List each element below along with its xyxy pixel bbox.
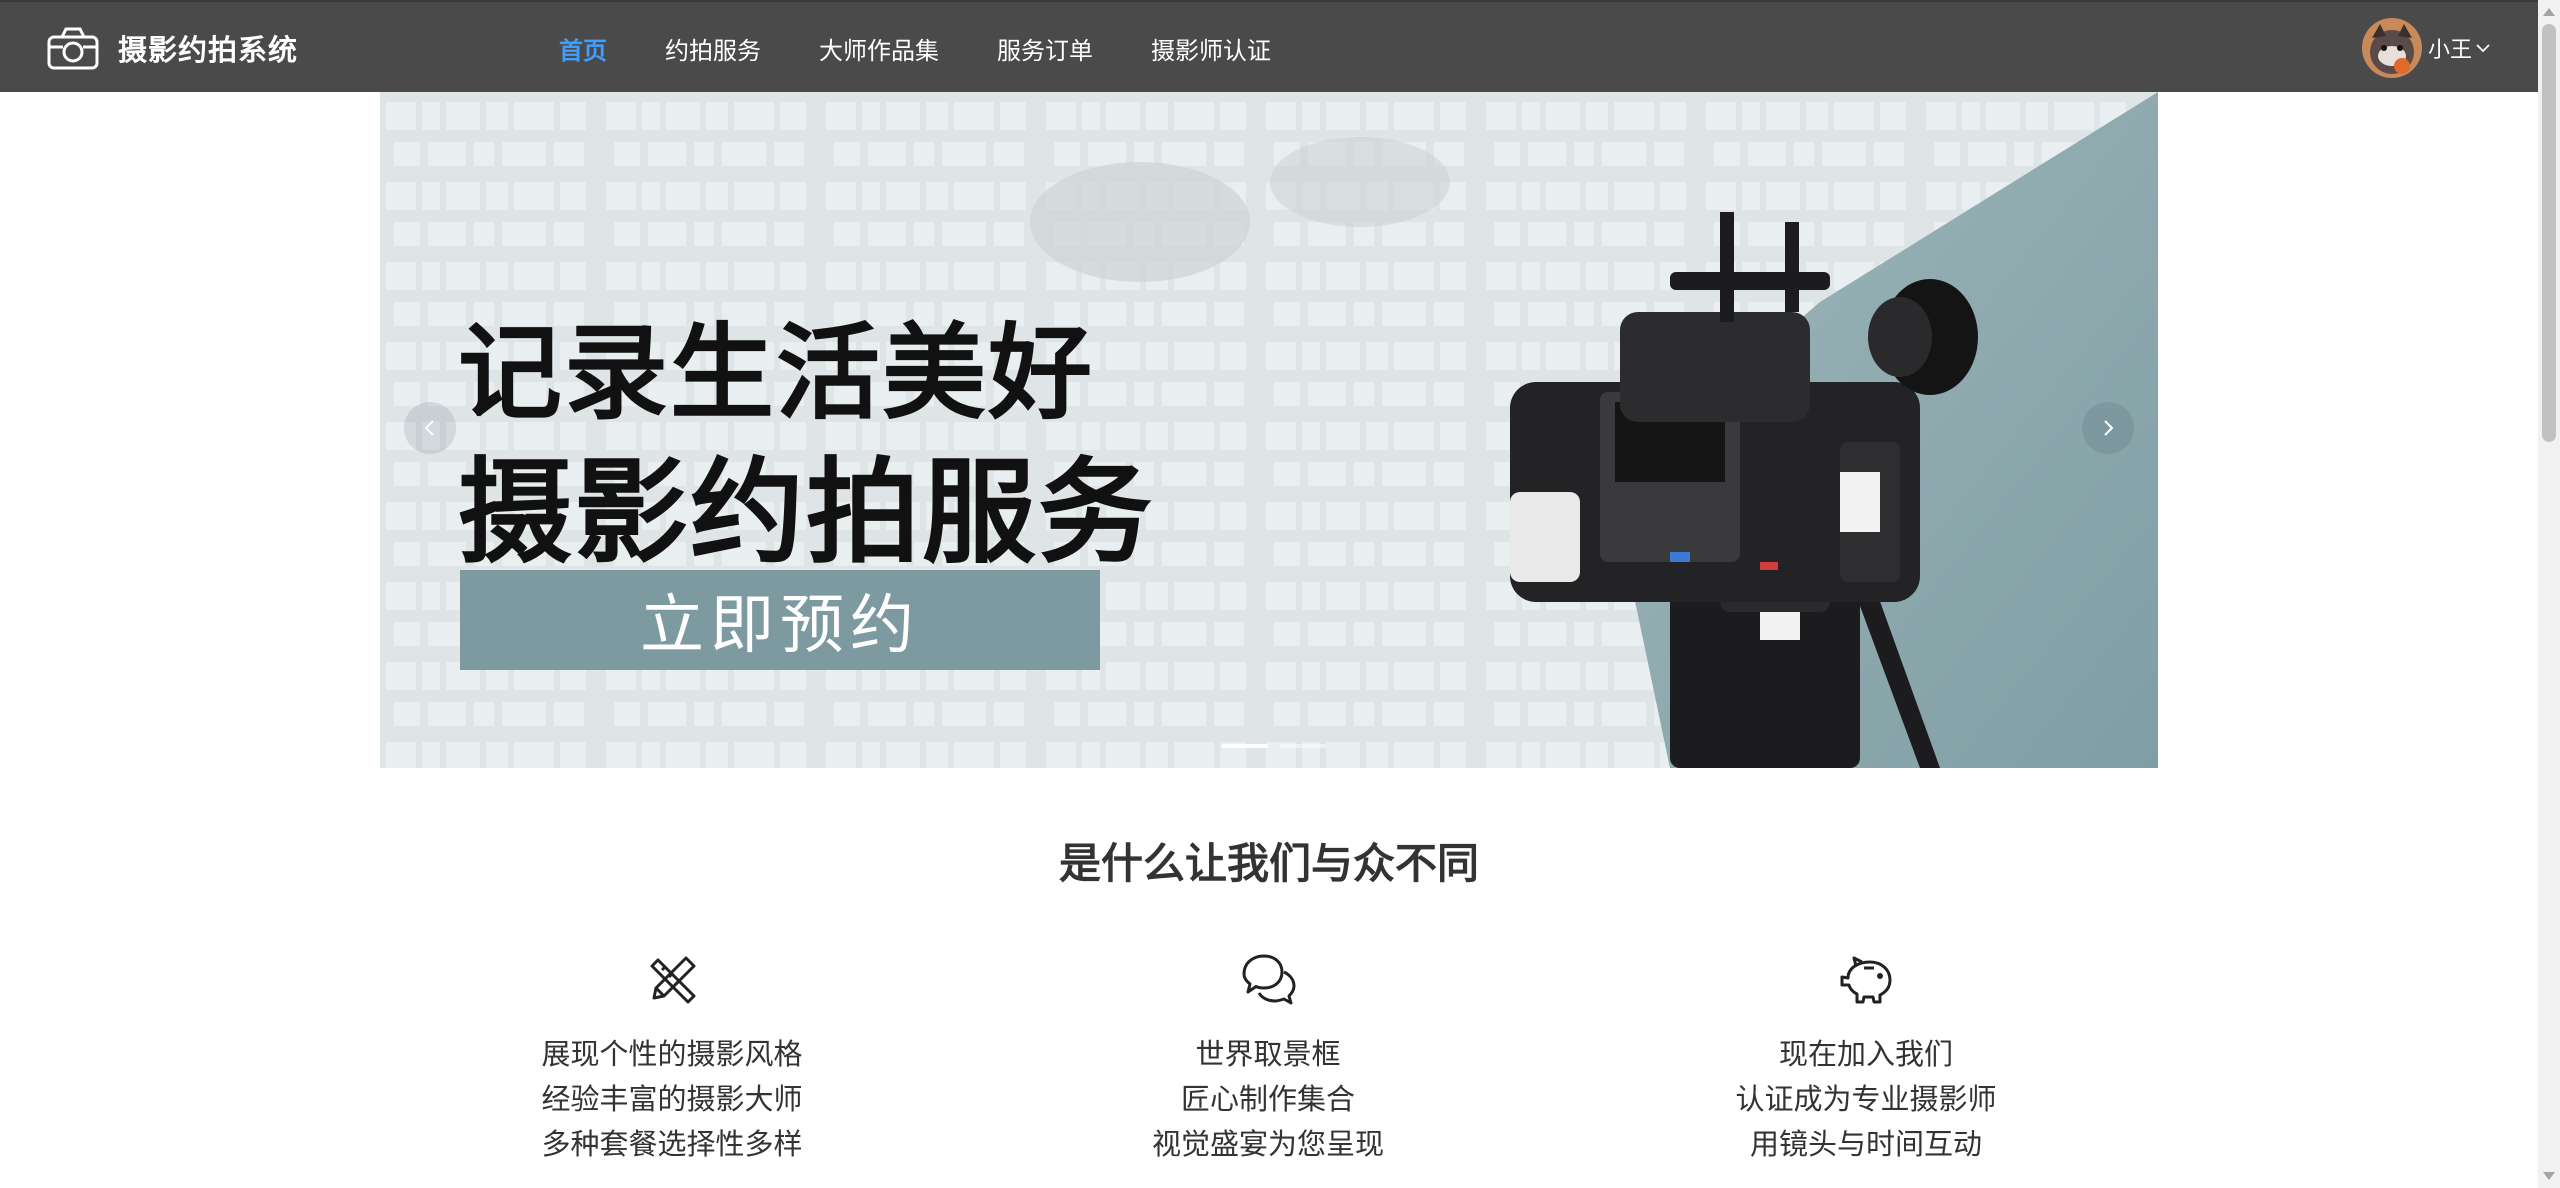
scroll-up-arrow[interactable] xyxy=(2543,8,2555,16)
carousel-indicator-2[interactable] xyxy=(1280,744,1326,748)
banner-headline-2: 摄影约拍服务 xyxy=(458,445,1155,579)
carousel-indicators xyxy=(1216,744,1332,748)
ruler-pencil-icon xyxy=(650,956,696,1004)
chevron-right-icon xyxy=(2104,420,2114,436)
main-nav: 首页 约拍服务 大师作品集 服务订单 摄影师认证 xyxy=(530,2,1300,94)
banner-carousel: 记录生活美好 摄影约拍服务 立即预约 xyxy=(380,92,2158,768)
chevron-down-icon xyxy=(2476,44,2490,53)
avatar xyxy=(2361,18,2422,78)
nav-item-booking-service[interactable]: 约拍服务 xyxy=(665,31,761,66)
brand-title: 摄影约拍系统 xyxy=(118,33,299,67)
feature-line: 展现个性的摄影风格 xyxy=(541,1037,803,1071)
chat-bubbles-icon xyxy=(1242,954,1296,1005)
nav-item-master-gallery[interactable]: 大师作品集 xyxy=(819,31,939,66)
top-navbar: 摄影约拍系统 首页 约拍服务 大师作品集 服务订单 摄影师认证 小王 xyxy=(0,0,2538,92)
feature-column-viewfinder: 世界取景框 匠心制作集合 视觉盛宴为您呈现 xyxy=(968,950,1568,1167)
feature-column-join: 现在加入我们 认证成为专业摄影师 用镜头与时间互动 xyxy=(1566,950,2166,1167)
book-now-button[interactable]: 立即预约 xyxy=(460,570,1100,670)
feature-line: 认证成为专业摄影师 xyxy=(1735,1082,1997,1116)
user-name: 小王 xyxy=(2427,38,2472,63)
scroll-thumb[interactable] xyxy=(2542,24,2556,442)
brand[interactable]: 摄影约拍系统 xyxy=(46,22,298,74)
nav-item-service-orders[interactable]: 服务订单 xyxy=(997,31,1093,66)
banner-headline-1: 记录生活美好 xyxy=(458,311,1095,434)
features-section-title: 是什么让我们与众不同 xyxy=(1058,839,1479,888)
feature-line: 世界取景框 xyxy=(1195,1037,1341,1071)
nav-item-home[interactable]: 首页 xyxy=(559,31,607,66)
feature-column-style: 展现个性的摄影风格 经验丰富的摄影大师 多种套餐选择性多样 xyxy=(372,950,972,1167)
chevron-left-icon xyxy=(424,420,434,436)
scroll-down-arrow[interactable] xyxy=(2543,1172,2555,1180)
carousel-indicator-1[interactable] xyxy=(1222,744,1268,748)
piggy-bank-icon xyxy=(1840,956,1892,1004)
feature-line: 视觉盛宴为您呈现 xyxy=(1151,1127,1384,1161)
camera-logo-icon xyxy=(47,27,99,70)
feature-line: 匠心制作集合 xyxy=(1180,1082,1355,1116)
feature-line: 经验丰富的摄影大师 xyxy=(541,1082,803,1116)
carousel-next-button[interactable] xyxy=(2082,402,2134,454)
nav-item-photographer-certification[interactable]: 摄影师认证 xyxy=(1151,31,1271,66)
feature-line: 现在加入我们 xyxy=(1778,1037,1953,1071)
page-scrollbar[interactable] xyxy=(2538,0,2560,1188)
feature-line: 用镜头与时间互动 xyxy=(1749,1127,1982,1161)
feature-line: 多种套餐选择性多样 xyxy=(541,1127,803,1161)
user-menu[interactable]: 小王 xyxy=(2361,18,2492,78)
carousel-prev-button[interactable] xyxy=(404,402,456,454)
